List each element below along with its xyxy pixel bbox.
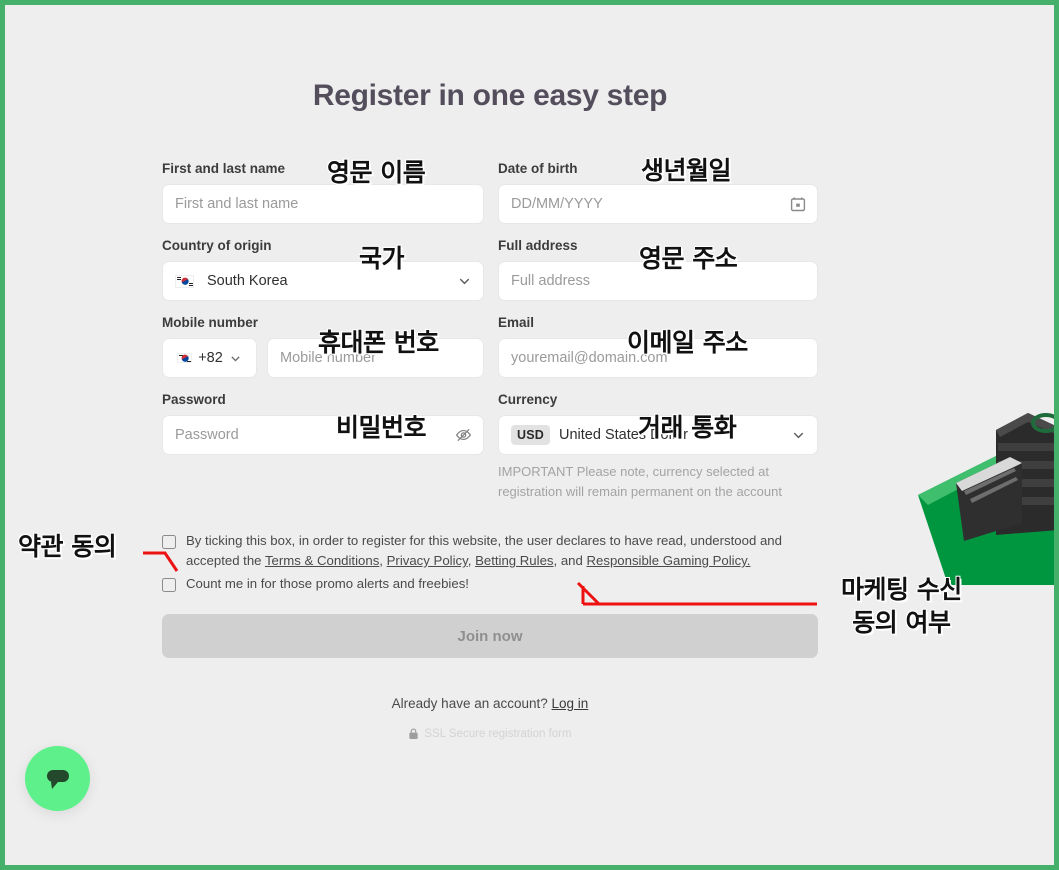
page-title: Register in one easy step <box>312 79 668 112</box>
ssl-text: SSL Secure registration form <box>424 728 572 740</box>
annotation-name: 영문 이름 <box>327 158 426 187</box>
chat-widget-button[interactable] <box>25 746 90 811</box>
terms-text: By ticking this box, in order to registe… <box>186 531 818 571</box>
dob-placeholder: DD/MM/YYYY <box>511 196 603 212</box>
ssl-notice: SSL Secure registration form <box>162 728 818 740</box>
registration-page: Register in one easy step First and last… <box>0 0 1059 870</box>
south-korea-flag-icon <box>175 274 194 288</box>
field-label-name: First and last name <box>162 161 286 176</box>
terms-sep-1: , <box>379 553 387 568</box>
terms-sep-2: , <box>467 553 476 568</box>
dial-code-value: +82 <box>198 350 223 366</box>
password-input[interactable]: Password <box>162 415 484 455</box>
annotation-marketing-line1: 마케팅 수신 <box>841 575 962 604</box>
name-placeholder: First and last name <box>175 196 299 212</box>
annotation-marketing-line2: 동의 여부 <box>852 608 951 637</box>
address-placeholder: Full address <box>511 273 590 289</box>
decorative-machine-graphic <box>918 413 1054 585</box>
annotation-dob: 생년월일 <box>641 156 732 185</box>
field-label-password: Password <box>162 392 226 407</box>
annotation-email: 이메일 주소 <box>627 328 748 357</box>
eye-off-icon[interactable] <box>455 427 472 444</box>
field-label-country: Country of origin <box>162 238 272 253</box>
password-placeholder: Password <box>175 427 239 443</box>
field-name: First and last name First and last name <box>162 161 484 224</box>
south-korea-flag-icon-small <box>177 353 193 363</box>
country-value: South Korea <box>207 273 288 289</box>
promo-checkbox[interactable] <box>162 578 176 592</box>
chevron-down-icon[interactable] <box>229 352 242 365</box>
chevron-down-icon[interactable] <box>791 428 806 443</box>
country-select[interactable]: South Korea <box>162 261 484 301</box>
join-now-button[interactable]: Join now <box>162 614 818 658</box>
field-country: Country of origin South Korea <box>162 238 484 301</box>
promo-text: Count me in for those promo alerts and f… <box>186 576 469 591</box>
terms-row: By ticking this box, in order to registe… <box>162 531 818 571</box>
annotation-password: 비밀번호 <box>336 413 427 442</box>
field-label-currency: Currency <box>498 392 558 407</box>
annotation-address: 영문 주소 <box>639 244 738 273</box>
login-link[interactable]: Log in <box>552 696 589 711</box>
dial-code-select[interactable]: +82 <box>162 338 257 378</box>
link-betting-rules[interactable]: Betting Rules <box>475 553 553 568</box>
dob-input[interactable]: DD/MM/YYYY <box>498 184 818 224</box>
annotation-marketing: 마케팅 수신동의 여부 <box>841 573 962 639</box>
annotation-currency: 거래 통화 <box>638 413 737 442</box>
consent-section: By ticking this box, in order to registe… <box>162 531 818 594</box>
calendar-icon[interactable] <box>790 196 806 212</box>
login-prompt: Already have an account? Log in <box>162 696 818 711</box>
login-prompt-text: Already have an account? <box>391 696 548 711</box>
link-privacy-policy[interactable]: Privacy Policy <box>387 553 468 568</box>
annotation-terms: 약관 동의 <box>18 532 117 561</box>
chat-bubble-icon <box>46 769 69 789</box>
link-terms-conditions[interactable]: Terms & Conditions <box>265 553 379 568</box>
terms-sep-3: , and <box>553 553 587 568</box>
chevron-down-icon[interactable] <box>457 274 472 289</box>
currency-badge: USD <box>511 425 550 445</box>
currency-note: IMPORTANT Please note, currency selected… <box>498 464 782 499</box>
registration-form: Register in one easy step First and last… <box>162 5 818 740</box>
lock-icon <box>409 728 418 740</box>
annotation-country: 국가 <box>359 244 405 273</box>
annotation-mobile: 휴대폰 번호 <box>318 328 439 357</box>
promo-row: Count me in for those promo alerts and f… <box>162 574 818 594</box>
terms-checkbox[interactable] <box>162 535 176 549</box>
name-input[interactable]: First and last name <box>162 184 484 224</box>
field-password: Password Password <box>162 392 484 502</box>
link-responsible-gaming-policy[interactable]: Responsible Gaming Policy. <box>587 553 751 568</box>
